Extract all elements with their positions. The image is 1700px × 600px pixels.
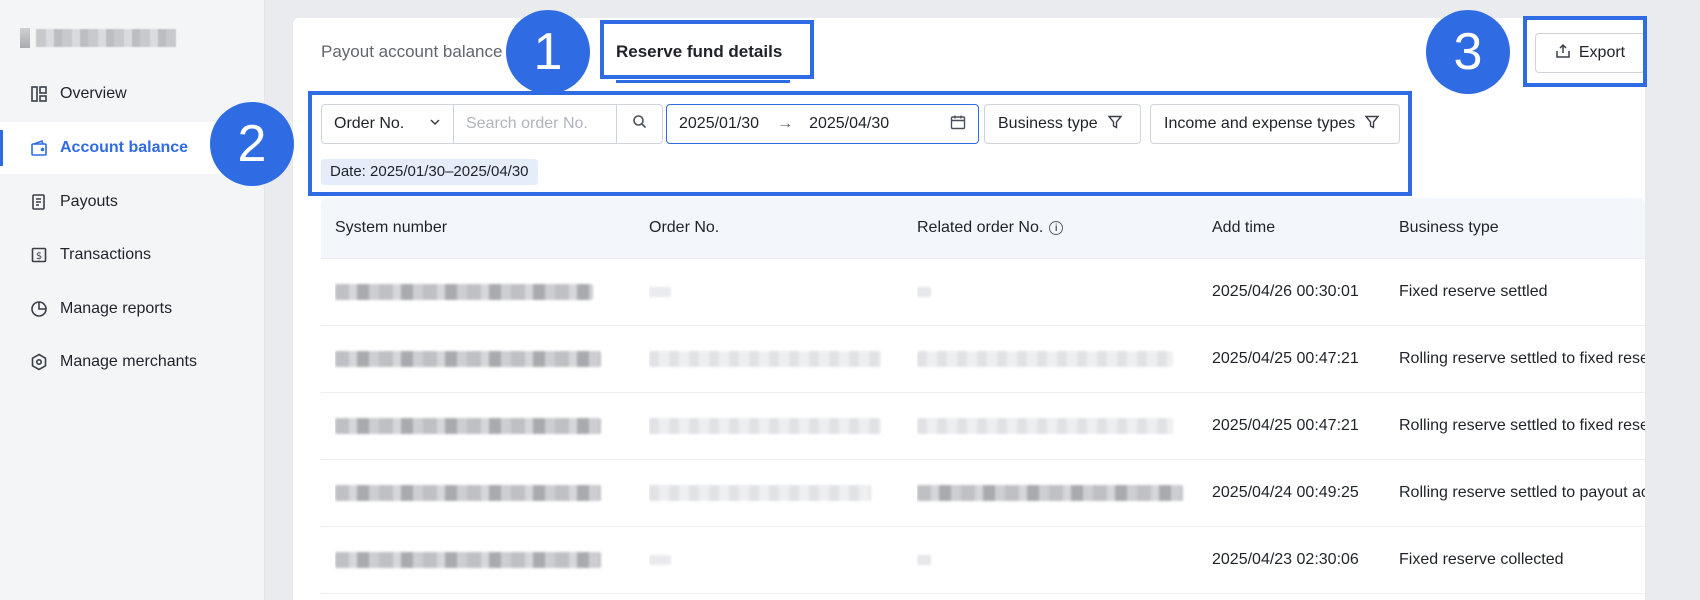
date-end[interactable]: 2025/04/30	[809, 115, 889, 133]
export-label: Export	[1578, 44, 1626, 61]
column-header-related-order-no: Related order No. i	[917, 198, 1197, 258]
order-type-select[interactable]: Order No.	[321, 104, 454, 144]
business-type-cell: Rolling reserve settled to fixed rese	[1399, 350, 1645, 367]
header-label: Related order No.	[917, 219, 1044, 236]
add-time-cell: 2025/04/26 00:30:01	[1212, 283, 1359, 300]
annotation-badge-2: 2	[210, 102, 294, 186]
hexagon-icon	[30, 353, 48, 371]
sidebar-item-label: Payouts	[60, 193, 118, 210]
redacted-system-number	[335, 284, 593, 300]
business-type-cell: Fixed reserve settled	[1399, 283, 1548, 300]
add-time-cell: 2025/04/25 00:47:21	[1212, 350, 1359, 367]
app-logo	[20, 28, 176, 48]
business-type-cell: Fixed reserve collected	[1399, 551, 1564, 568]
table-row[interactable]: 2025/04/26 00:30:01 Fixed reserve settle…	[321, 259, 1645, 326]
payout-icon	[30, 193, 48, 211]
wallet-icon	[30, 139, 48, 157]
tab-payout-account-balance[interactable]: Payout account balance	[321, 42, 516, 62]
table-row[interactable]: 2025/04/25 00:47:21 Rolling reserve sett…	[321, 326, 1645, 393]
redacted-system-number	[335, 485, 601, 501]
main-card: Payout account balance Reserve fund deta…	[293, 18, 1645, 600]
column-header-business-type: Business type	[1399, 219, 1499, 236]
transaction-icon: $	[30, 246, 48, 264]
annotation-badge-3: 3	[1426, 10, 1510, 94]
search-input[interactable]	[466, 115, 604, 133]
sidebar-item-manage-reports[interactable]: Manage reports	[0, 283, 265, 335]
calendar-icon	[950, 114, 966, 135]
search-button[interactable]	[617, 104, 663, 144]
sidebar: Overview Account balance Payouts $ Trans…	[0, 0, 265, 600]
business-type-cell: Rolling reserve settled to payout ac	[1399, 484, 1645, 501]
sidebar-item-label: Transactions	[60, 246, 151, 263]
business-type-cell: Rolling reserve settled to fixed rese	[1399, 417, 1645, 434]
redacted-related-order-no	[917, 485, 1183, 501]
chevron-down-icon	[429, 115, 441, 133]
redacted-order-no	[649, 555, 671, 565]
sidebar-item-label: Account balance	[60, 139, 189, 156]
business-type-label: Business type	[998, 115, 1098, 132]
active-date-filter-tag[interactable]: Date: 2025/01/30–2025/04/30	[321, 159, 538, 185]
column-header-system-number: System number	[335, 219, 448, 236]
redacted-related-order-no	[917, 555, 931, 565]
export-button[interactable]: Export	[1535, 33, 1645, 73]
sidebar-item-label: Overview	[60, 85, 127, 102]
sidebar-item-label: Manage reports	[60, 300, 173, 317]
export-icon	[1555, 43, 1571, 64]
redacted-related-order-no	[917, 351, 1173, 367]
reserve-fund-table: System number Order No. Related order No…	[321, 198, 1645, 594]
income-expense-filter[interactable]: Income and expense types	[1150, 104, 1400, 144]
table-row[interactable]: 2025/04/25 00:47:21 Rolling reserve sett…	[321, 393, 1645, 460]
table-row[interactable]: 2025/04/24 00:49:25 Rolling reserve sett…	[321, 460, 1645, 527]
pie-chart-icon	[30, 300, 48, 318]
annotation-badge-1: 1	[506, 10, 590, 94]
add-time-cell: 2025/04/25 00:47:21	[1212, 417, 1359, 434]
order-search-group: Order No.	[321, 104, 663, 144]
income-expense-label: Income and expense types	[1164, 115, 1356, 132]
info-icon[interactable]: i	[1049, 221, 1064, 235]
filter-icon	[1107, 115, 1123, 134]
tab-reserve-fund-details[interactable]: Reserve fund details	[616, 42, 782, 62]
order-type-value: Order No.	[334, 115, 405, 132]
business-type-filter[interactable]: Business type	[984, 104, 1141, 144]
table-header: System number Order No. Related order No…	[321, 198, 1645, 259]
sidebar-item-manage-merchants[interactable]: Manage merchants	[0, 336, 265, 388]
active-tab-indicator	[616, 80, 790, 83]
sidebar-item-label: Manage merchants	[60, 353, 197, 370]
svg-text:$: $	[36, 251, 42, 262]
add-time-cell: 2025/04/23 02:30:06	[1212, 551, 1359, 568]
column-header-order-no: Order No.	[649, 219, 720, 236]
order-search-field[interactable]	[454, 104, 617, 144]
redacted-system-number	[335, 418, 601, 434]
redacted-order-no	[649, 418, 881, 434]
redacted-order-no	[649, 351, 881, 367]
redacted-related-order-no	[917, 287, 931, 297]
arrow-right-icon: →	[777, 115, 794, 132]
column-header-add-time: Add time	[1212, 219, 1276, 236]
date-range-picker[interactable]: 2025/01/30 → 2025/04/30	[666, 104, 979, 144]
add-time-cell: 2025/04/24 00:49:25	[1212, 484, 1359, 501]
table-row[interactable]: 2025/04/23 02:30:06 Fixed reserve collec…	[321, 527, 1645, 594]
date-start[interactable]: 2025/01/30	[679, 115, 759, 133]
redacted-system-number	[335, 351, 601, 367]
redacted-system-number	[335, 552, 601, 568]
redacted-related-order-no	[917, 418, 1173, 434]
redacted-order-no	[649, 485, 871, 501]
redacted-order-no	[649, 287, 671, 297]
search-icon	[632, 114, 647, 134]
sidebar-item-payouts[interactable]: Payouts	[0, 176, 265, 228]
overview-icon	[30, 85, 48, 103]
filter-icon	[1364, 115, 1380, 134]
sidebar-item-transactions[interactable]: $ Transactions	[0, 229, 265, 281]
